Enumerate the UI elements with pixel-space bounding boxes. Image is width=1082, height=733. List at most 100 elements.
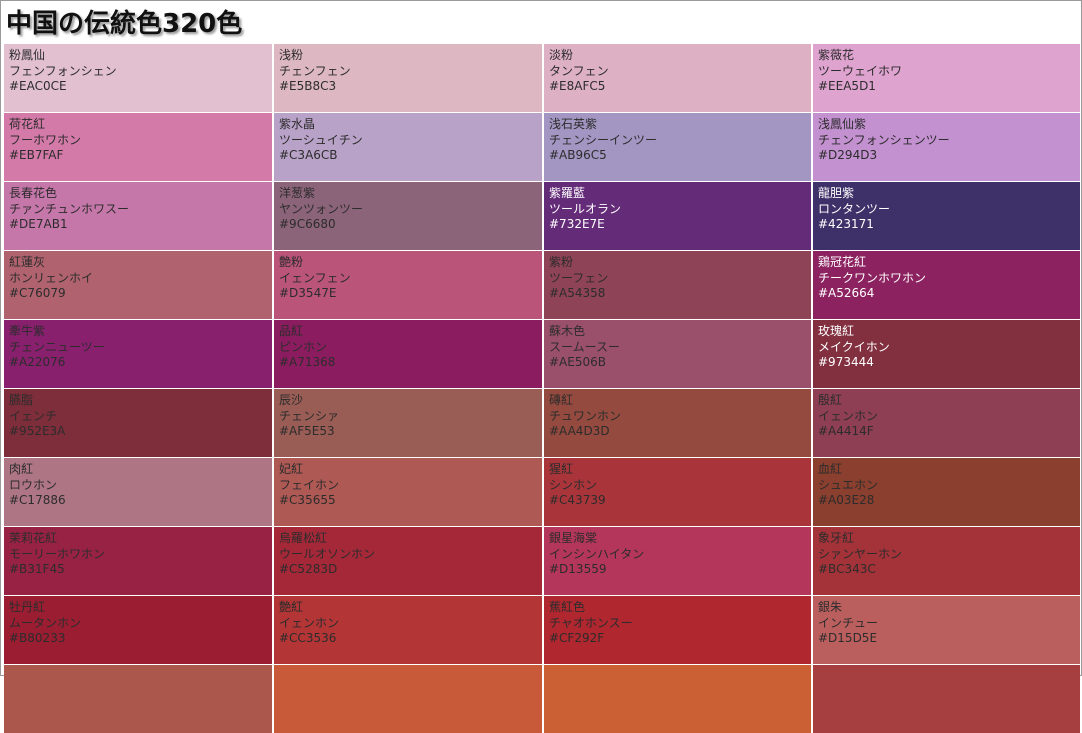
swatch-name: 蘇木色 [549, 324, 586, 338]
swatch-name: 紅蓮灰 [9, 255, 46, 269]
swatch-reading: スームースー [549, 339, 621, 354]
swatch-name: 浅石英紫 [549, 117, 598, 131]
color-swatch[interactable]: 磚紅 チュワンホン #AA4D3D [544, 389, 811, 457]
color-swatch[interactable]: 牽牛紫 チェンニューツー #A22076 [4, 320, 272, 388]
color-swatch-partial[interactable] [813, 665, 1080, 733]
swatch-name: 長春花色 [9, 186, 58, 200]
color-swatch[interactable]: 妃紅 フェイホン #C35655 [274, 458, 542, 526]
color-swatch[interactable]: 肉紅 ロウホン #C17886 [4, 458, 272, 526]
color-swatch[interactable]: 浅石英紫 チェンシーインツー #AB96C5 [544, 113, 811, 181]
swatch-reading: イェンホン [818, 408, 879, 423]
color-swatch[interactable]: 龍胆紫 ロンタンツー #423171 [813, 182, 1080, 250]
color-swatch[interactable]: 紫羅藍 ツールオラン #732E7E [544, 182, 811, 250]
swatch-reading: ロウホン [9, 477, 58, 492]
color-swatch[interactable]: 蕉紅色 チャオホンスー #CF292F [544, 596, 811, 664]
swatch-name: 茉莉花紅 [9, 531, 58, 545]
swatch-hex: #C76079 [9, 286, 66, 300]
swatch-name: 臙脂 [9, 393, 34, 407]
color-swatch[interactable]: 臙脂 イェンチ #952E3A [4, 389, 272, 457]
color-swatch[interactable]: 蘇木色 スームースー #AE506B [544, 320, 811, 388]
color-swatch[interactable]: 品紅 ピンホン #A71368 [274, 320, 542, 388]
swatch-reading: シュエホン [818, 477, 879, 492]
swatch-name: 荷花紅 [9, 117, 46, 131]
swatch-name: 烏羅松紅 [279, 531, 328, 545]
swatch-hex: #EEA5D1 [818, 79, 876, 93]
swatch-hex: #B80233 [9, 631, 66, 645]
swatch-name: 鶏冠花紅 [818, 255, 867, 269]
swatch-reading: チェンフェン [279, 63, 351, 78]
color-swatch[interactable]: 粉鳳仙 フェンフォンシェン #EAC0CE [4, 44, 272, 112]
swatch-hex: #973444 [818, 355, 874, 369]
swatch-reading: イェンホン [279, 615, 340, 630]
swatch-hex: #9C6680 [279, 217, 336, 231]
swatch-hex: #D3547E [279, 286, 337, 300]
swatch-hex: #C5283D [279, 562, 338, 576]
color-swatch-partial[interactable] [544, 665, 811, 733]
swatch-reading: シァンヤーホン [818, 546, 903, 561]
color-swatch[interactable]: 淡粉 タンフェン #E8AFC5 [544, 44, 811, 112]
swatch-reading: フェンフォンシェン [9, 63, 117, 78]
color-swatch[interactable]: 紅蓮灰 ホンリェンホイ #C76079 [4, 251, 272, 319]
swatch-reading: ピンホン [279, 339, 328, 354]
swatch-reading: ムータンホン [9, 615, 82, 630]
color-swatch[interactable]: 血紅 シュエホン #A03E28 [813, 458, 1080, 526]
color-swatch[interactable]: 殷紅 イェンホン #A4414F [813, 389, 1080, 457]
swatch-hex: #B31F45 [9, 562, 65, 576]
swatch-name: 蕉紅色 [549, 600, 586, 614]
color-swatch-partial[interactable] [274, 665, 542, 733]
swatch-reading: ホンリェンホイ [9, 270, 94, 285]
swatch-name: 銀朱 [818, 600, 843, 614]
color-swatch[interactable]: 烏羅松紅 ウールオソンホン #C5283D [274, 527, 542, 595]
swatch-hex: #EB7FAF [9, 148, 64, 162]
swatch-hex: #DE7AB1 [9, 217, 68, 231]
swatch-reading: ツーシュイチン [279, 132, 363, 147]
color-swatch[interactable]: 猩紅 シンホン #C43739 [544, 458, 811, 526]
swatch-hex: #952E3A [9, 424, 66, 438]
swatch-reading: チェンシーインツー [549, 132, 658, 147]
swatch-hex: #C3A6CB [279, 148, 338, 162]
color-swatch-partial[interactable] [4, 665, 272, 733]
color-swatch[interactable]: 洋葱紫 ヤンツォンツー #9C6680 [274, 182, 542, 250]
swatch-name: 紫薇花 [818, 48, 855, 62]
color-swatch[interactable]: 玫瑰紅 メイクイホン #973444 [813, 320, 1080, 388]
swatch-hex: #AB96C5 [549, 148, 607, 162]
swatch-reading: フェイホン [279, 477, 340, 492]
color-swatch[interactable]: 紫粉 ツーフェン #A54358 [544, 251, 811, 319]
color-swatch[interactable]: 象牙紅 シァンヤーホン #BC343C [813, 527, 1080, 595]
color-swatch[interactable]: 長春花色 チァンチュンホワスー #DE7AB1 [4, 182, 272, 250]
color-swatch[interactable]: 紫薇花 ツーウェイホワ #EEA5D1 [813, 44, 1080, 112]
swatch-name: 殷紅 [818, 393, 843, 407]
swatch-name: 辰沙 [279, 393, 304, 407]
swatch-name: 牽牛紫 [9, 324, 46, 338]
color-swatch[interactable]: 銀星海棠 インシンハイタン #D13559 [544, 527, 811, 595]
swatch-hex: #C17886 [9, 493, 66, 507]
color-swatch[interactable]: 艶紅 イェンホン #CC3536 [274, 596, 542, 664]
color-swatch[interactable]: 紫水晶 ツーシュイチン #C3A6CB [274, 113, 542, 181]
swatch-name: 猩紅 [549, 462, 574, 476]
swatch-hex: #A71368 [279, 355, 336, 369]
color-swatch[interactable]: 茉莉花紅 モーリーホワホン #B31F45 [4, 527, 272, 595]
color-swatch[interactable]: 荷花紅 フーホワホン #EB7FAF [4, 113, 272, 181]
swatch-hex: #A54358 [549, 286, 606, 300]
color-swatch[interactable]: 浅粉 チェンフェン #E5B8C3 [274, 44, 542, 112]
color-swatch[interactable]: 辰沙 チェンシァ #AF5E53 [274, 389, 542, 457]
color-swatch[interactable]: 牡丹紅 ムータンホン #B80233 [4, 596, 272, 664]
color-swatch[interactable]: 浅鳳仙紫 チェンフォンシェンツー #D294D3 [813, 113, 1080, 181]
swatch-name: 浅鳳仙紫 [818, 117, 867, 131]
color-swatch[interactable]: 艶粉 イェンフェン #D3547E [274, 251, 542, 319]
swatch-hex: #EAC0CE [9, 79, 67, 93]
swatch-hex: #A52664 [818, 286, 875, 300]
swatch-name: 紫羅藍 [549, 186, 586, 200]
swatch-reading: イェンフェン [279, 270, 351, 285]
swatch-hex: #C35655 [279, 493, 336, 507]
swatch-reading: ウールオソンホン [279, 546, 376, 561]
swatch-name: 艶粉 [279, 255, 304, 269]
swatch-name: 銀星海棠 [549, 531, 598, 545]
color-swatch[interactable]: 銀朱 インチュー #D15D5E [813, 596, 1080, 664]
swatch-reading: ロンタンツー [818, 201, 891, 216]
color-swatch[interactable]: 鶏冠花紅 チークワンホワホン #A52664 [813, 251, 1080, 319]
swatch-name: 艶紅 [279, 600, 304, 614]
swatch-hex: #A22076 [9, 355, 66, 369]
swatch-reading: チェンニューツー [9, 339, 105, 354]
swatch-reading: ツールオラン [549, 201, 622, 216]
